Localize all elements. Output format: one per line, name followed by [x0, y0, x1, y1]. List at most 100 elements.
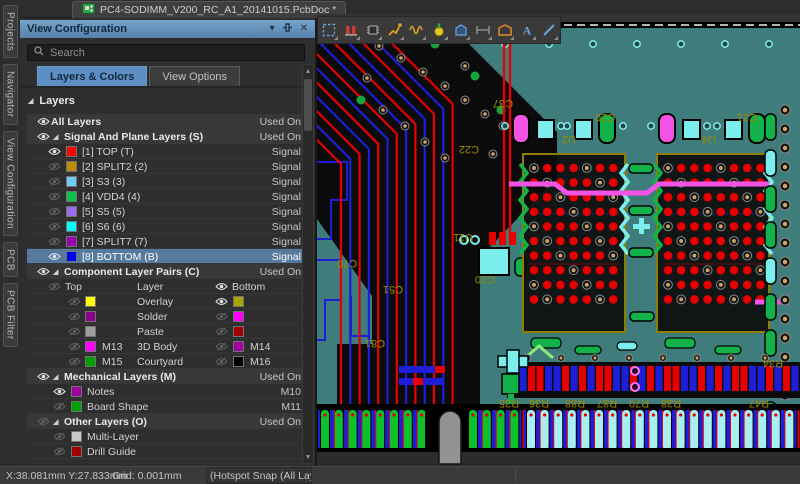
layer-color-swatch[interactable] [66, 236, 77, 247]
layer-color-swatch[interactable] [85, 296, 96, 307]
pcb-canvas[interactable]: C37 C22 U11 C20 C20 C21 U2 U4 C70 C51 C81 R34 R35 R36… [200, 14, 800, 466]
row-pair[interactable]: Solder [27, 309, 305, 324]
visibility-eye-icon[interactable] [48, 160, 61, 173]
side-tab-projects[interactable]: Projects [2, 5, 18, 59]
row-pair[interactable]: M15 Courtyard M16 [27, 354, 305, 369]
row-pair[interactable]: Paste [27, 324, 305, 339]
row-all-layers[interactable]: All Layers Used On [27, 114, 305, 129]
scroll-up-icon[interactable]: ▲ [303, 65, 313, 77]
layer-color-swatch[interactable] [233, 311, 244, 322]
visibility-eye-icon[interactable] [48, 145, 61, 158]
row-board-shape[interactable]: Board Shape M11 [27, 399, 305, 414]
visibility-eye-icon[interactable] [37, 130, 50, 143]
row-pairhead[interactable]: Top Layer Bottom [27, 279, 305, 294]
visibility-eye-icon[interactable] [37, 265, 50, 278]
via-tool-button[interactable] [428, 17, 450, 43]
layers-section-header[interactable]: ◢ Layers [28, 95, 75, 107]
search-input[interactable]: Search [27, 44, 305, 61]
row-component-layer-pairs-c-[interactable]: ◢ Component Layer Pairs (C) Used On [27, 264, 305, 279]
visibility-eye-icon[interactable] [48, 205, 61, 218]
side-tab-navigator[interactable]: Navigator [2, 64, 18, 125]
visibility-eye-icon[interactable] [37, 370, 50, 383]
layer-color-swatch[interactable] [233, 341, 244, 352]
document-tab[interactable]: PC4-SODIMM_V200_RC_A1_20141015.PcbDoc * [72, 1, 347, 18]
component-tool-button[interactable] [362, 17, 384, 43]
chevron-down-icon[interactable]: ▾ [270, 24, 275, 34]
text-string-tool-button[interactable]: A [516, 17, 538, 43]
visibility-eye-icon[interactable] [37, 115, 50, 128]
row-signal-and-plane-layers-s-[interactable]: ◢ Signal And Plane Layers (S) Used On [27, 129, 305, 144]
visibility-eye-icon[interactable] [53, 385, 66, 398]
visibility-eye-icon[interactable] [48, 190, 61, 203]
line-tool-button[interactable] [538, 17, 560, 43]
row--6-s6-6-[interactable]: [6] S6 (6) Signal [27, 219, 305, 234]
row--1-top-t-[interactable]: [1] TOP (T) Signal [27, 144, 305, 159]
visibility-eye-icon[interactable] [215, 325, 228, 338]
side-tab-pcb-filter[interactable]: PCB Filter [2, 283, 18, 348]
visibility-eye-icon[interactable] [215, 340, 228, 353]
route-tool-button[interactable] [384, 17, 406, 43]
visibility-eye-icon[interactable] [48, 175, 61, 188]
layer-color-swatch[interactable] [66, 206, 77, 217]
layer-color-swatch[interactable] [85, 341, 96, 352]
row-drill-guide[interactable]: Drill Guide [27, 444, 305, 459]
room-tool-button[interactable] [494, 17, 516, 43]
row-pair[interactable]: M13 3D Body M14 [27, 339, 305, 354]
layer-color-swatch[interactable] [71, 386, 82, 397]
collapse-triangle-icon[interactable]: ◢ [53, 370, 58, 383]
layer-color-swatch[interactable] [85, 311, 96, 322]
visibility-eye-icon[interactable] [48, 235, 61, 248]
visibility-eye-icon[interactable] [48, 220, 61, 233]
visibility-eye-icon[interactable] [68, 355, 81, 368]
layer-color-swatch[interactable] [66, 146, 77, 157]
layer-color-swatch[interactable] [85, 326, 96, 337]
visibility-eye-icon[interactable] [37, 415, 50, 428]
selection-box-tool-button[interactable] [318, 17, 340, 43]
layer-color-swatch[interactable] [66, 176, 77, 187]
row--7-split7-7-[interactable]: [7] SPLIT7 (7) Signal [27, 234, 305, 249]
visibility-eye-icon[interactable] [48, 250, 61, 263]
visibility-eye-icon[interactable] [68, 340, 81, 353]
row-mechanical-layers-m-[interactable]: ◢ Mechanical Layers (M) Used On [27, 369, 305, 384]
visibility-eye-icon[interactable] [215, 355, 228, 368]
close-icon[interactable]: ✕ [300, 24, 308, 34]
panel-scrollbar[interactable]: ▲ ▼ [302, 64, 314, 464]
layer-color-swatch[interactable] [66, 161, 77, 172]
row--4-vdd4-4-[interactable]: [4] VDD4 (4) Signal [27, 189, 305, 204]
dimension-tool-button[interactable] [472, 17, 494, 43]
layer-color-swatch[interactable] [233, 326, 244, 337]
visibility-eye-icon[interactable] [215, 280, 228, 293]
layer-color-swatch[interactable] [66, 251, 77, 262]
row-pair[interactable]: Overlay [27, 294, 305, 309]
row--5-s5-5-[interactable]: [5] S5 (5) Signal [27, 204, 305, 219]
layer-color-swatch[interactable] [85, 356, 96, 367]
side-tab-pcb[interactable]: PCB [2, 241, 18, 278]
visibility-eye-icon[interactable] [53, 400, 66, 413]
visibility-eye-icon[interactable] [48, 280, 61, 293]
row--3-s3-3-[interactable]: [3] S3 (3) Signal [27, 174, 305, 189]
visibility-eye-icon[interactable] [215, 310, 228, 323]
pcb-viewport[interactable]: C37 C22 U11 C20 C20 C21 U2 U4 C70 C51 C81 R34 R35 R36… [200, 14, 800, 466]
interactive-tune-tool-button[interactable] [406, 17, 428, 43]
layer-color-swatch[interactable] [233, 356, 244, 367]
layer-color-swatch[interactable] [71, 431, 82, 442]
layer-color-swatch[interactable] [71, 401, 82, 412]
polygon-tool-button[interactable] [450, 17, 472, 43]
layer-color-swatch[interactable] [66, 221, 77, 232]
visibility-eye-icon[interactable] [53, 445, 66, 458]
row-other-layers-o-[interactable]: ◢ Other Layers (O) Used On [27, 414, 305, 429]
row--2-split2-2-[interactable]: [2] SPLIT2 (2) Signal [27, 159, 305, 174]
visibility-eye-icon[interactable] [215, 295, 228, 308]
scroll-down-icon[interactable]: ▼ [303, 451, 313, 463]
scrollbar-thumb[interactable] [304, 79, 312, 131]
row--8-bottom-b-[interactable]: [8] BOTTOM (B) Signal [27, 249, 305, 264]
row-multi-layer[interactable]: Multi-Layer [27, 429, 305, 444]
pin-icon[interactable] [282, 22, 293, 36]
layer-color-swatch[interactable] [71, 446, 82, 457]
layer-color-swatch[interactable] [66, 191, 77, 202]
pad-tool-button[interactable] [340, 17, 362, 43]
collapse-triangle-icon[interactable]: ◢ [53, 415, 58, 428]
collapse-triangle-icon[interactable]: ◢ [53, 130, 58, 143]
visibility-eye-icon[interactable] [68, 310, 81, 323]
tab-layers-colors[interactable]: Layers & Colors [37, 66, 148, 86]
